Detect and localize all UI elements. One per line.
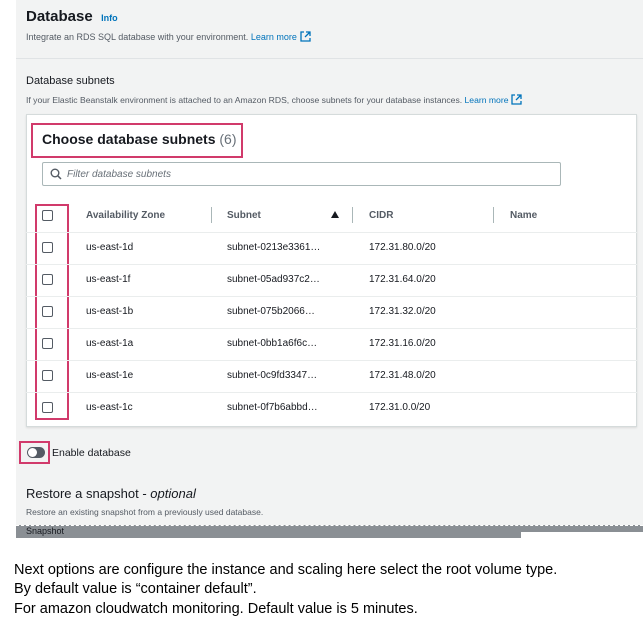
cell-cidr: 172.31.64.0/20 <box>369 274 436 285</box>
sort-ascending-icon[interactable] <box>331 211 339 218</box>
select-all-checkbox[interactable] <box>42 210 53 221</box>
cell-subnet: subnet-0bb1a6f6c… <box>227 338 318 349</box>
section-divider <box>16 58 643 59</box>
snapshot-optional: optional <box>150 486 196 501</box>
external-link-icon <box>511 94 523 105</box>
subnets-learn-more-link[interactable]: Learn more <box>465 95 509 105</box>
cell-az: us-east-1f <box>86 274 131 285</box>
table-title: Choose database subnets (6) <box>42 131 237 147</box>
snapshot-description: Restore an existing snapshot from a prev… <box>26 507 264 517</box>
snapshot-select-cutoff[interactable] <box>521 532 643 538</box>
row-divider <box>26 328 637 329</box>
search-icon <box>50 168 62 180</box>
row-divider <box>26 264 637 265</box>
cell-subnet: subnet-0c9fd3347… <box>227 370 318 381</box>
subnets-label: Database subnets <box>26 75 115 87</box>
snapshot-field-cutoff: Snapshot <box>16 525 643 538</box>
subnets-description: If your Elastic Beanstalk environment is… <box>26 94 523 105</box>
row-divider <box>26 392 637 393</box>
section-title: Database <box>26 8 93 25</box>
section-header: Database Info <box>26 8 118 26</box>
subnets-description-text: If your Elastic Beanstalk environment is… <box>26 95 463 105</box>
row-checkbox[interactable] <box>42 370 53 381</box>
cell-cidr: 172.31.16.0/20 <box>369 338 436 349</box>
cell-cidr: 172.31.80.0/20 <box>369 242 436 253</box>
cell-az: us-east-1b <box>86 306 134 317</box>
cell-az: us-east-1c <box>86 402 133 413</box>
column-availability-zone[interactable]: Availability Zone <box>86 210 165 221</box>
cell-az: us-east-1a <box>86 338 134 349</box>
caption-line: By default value is “container default”. <box>14 581 257 597</box>
enable-database-label: Enable database <box>52 447 131 459</box>
row-checkbox[interactable] <box>42 402 53 413</box>
row-divider <box>26 232 637 233</box>
cell-subnet: subnet-0213e3361… <box>227 242 321 253</box>
row-divider <box>26 360 637 361</box>
row-checkbox[interactable] <box>42 274 53 285</box>
table-title-text: Choose database subnets <box>42 131 216 147</box>
info-link[interactable]: Info <box>101 13 118 23</box>
learn-more-link[interactable]: Learn more <box>251 32 297 42</box>
column-subnet[interactable]: Subnet <box>227 210 261 221</box>
enable-database-toggle[interactable] <box>27 447 45 458</box>
cell-cidr: 172.31.32.0/20 <box>369 306 436 317</box>
cell-subnet: subnet-0f7b6abbd… <box>227 402 318 413</box>
cell-cidr: 172.31.0.0/20 <box>369 402 431 413</box>
subnet-count: (6) <box>219 131 237 147</box>
caption-line: Next options are configure the instance … <box>14 562 558 578</box>
filter-input[interactable] <box>67 163 547 185</box>
row-checkbox[interactable] <box>42 306 53 317</box>
column-name[interactable]: Name <box>510 210 537 221</box>
snapshot-title: Restore a snapshot - optional <box>26 486 196 501</box>
filter-box <box>42 162 561 186</box>
column-resizer[interactable] <box>493 207 494 223</box>
external-link-icon <box>300 31 311 42</box>
cell-subnet: subnet-075b2066… <box>227 306 315 317</box>
section-description-text: Integrate an RDS SQL database with your … <box>26 32 249 42</box>
snapshot-field-label: Snapshot <box>26 526 65 536</box>
caption-line: For amazon cloudwatch monitoring. Defaul… <box>14 601 418 617</box>
snapshot-title-text: Restore a snapshot - <box>26 486 151 501</box>
row-checkbox[interactable] <box>42 242 53 253</box>
column-resizer[interactable] <box>211 207 212 223</box>
column-cidr[interactable]: CIDR <box>369 210 393 221</box>
row-checkbox[interactable] <box>42 338 53 349</box>
cell-az: us-east-1d <box>86 242 134 253</box>
toggle-knob <box>28 448 37 457</box>
row-divider <box>26 296 637 297</box>
cell-az: us-east-1e <box>86 370 134 381</box>
cell-subnet: subnet-05ad937c2… <box>227 274 320 285</box>
cell-cidr: 172.31.48.0/20 <box>369 370 436 381</box>
column-resizer[interactable] <box>352 207 353 223</box>
section-description: Integrate an RDS SQL database with your … <box>26 31 311 42</box>
